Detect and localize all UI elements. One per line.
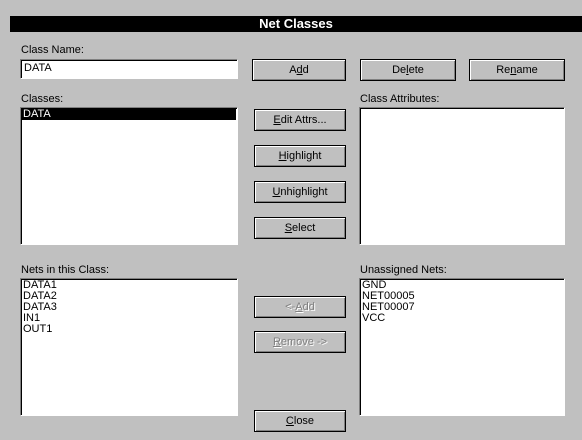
close-button[interactable]: Close: [254, 410, 346, 432]
remove-net-button[interactable]: Remove ->: [254, 331, 346, 353]
classes-list[interactable]: DATA: [20, 107, 238, 245]
net-list-item[interactable]: IN1: [22, 313, 236, 324]
dialog-title-bar: Net Classes: [10, 16, 582, 32]
class-name-label: Class Name:: [21, 44, 84, 56]
unhighlight-button[interactable]: Unhighlight: [254, 181, 346, 203]
nets-in-class-label: Nets in this Class:: [21, 264, 110, 276]
class-attributes-label: Class Attributes:: [360, 93, 440, 105]
class-attributes-list[interactable]: [359, 107, 565, 245]
rename-class-button[interactable]: Re n ame: [469, 59, 565, 81]
unassigned-net-list-item[interactable]: NET00007: [361, 302, 563, 313]
class-name-input[interactable]: [23, 61, 235, 75]
highlight-button[interactable]: Highlight: [254, 145, 346, 167]
nets-in-class-list[interactable]: DATA1 DATA2 DATA3 IN1 OUT1: [20, 278, 238, 416]
edit-attrs-button[interactable]: Edit Attrs...: [254, 109, 346, 131]
unassigned-net-list-item[interactable]: VCC: [361, 313, 563, 324]
unassigned-nets-list[interactable]: GND NET00005 NET00007 VCC: [359, 278, 565, 416]
unassigned-nets-label: Unassigned Nets:: [360, 264, 447, 276]
class-list-item[interactable]: DATA: [22, 109, 236, 120]
dialog-title: Net Classes: [259, 16, 333, 31]
net-list-item[interactable]: OUT1: [22, 324, 236, 335]
net-list-item[interactable]: DATA3: [22, 302, 236, 313]
delete-class-button[interactable]: De l ete: [360, 59, 456, 81]
net-classes-dialog: Net Classes Class Name: Add Delete Renam…: [0, 0, 582, 440]
class-name-field[interactable]: [20, 59, 238, 79]
classes-label: Classes:: [21, 93, 64, 105]
select-button[interactable]: Select: [254, 217, 346, 239]
add-net-to-class-button[interactable]: <- Add: [254, 296, 346, 318]
add-class-button[interactable]: Add: [252, 59, 346, 81]
